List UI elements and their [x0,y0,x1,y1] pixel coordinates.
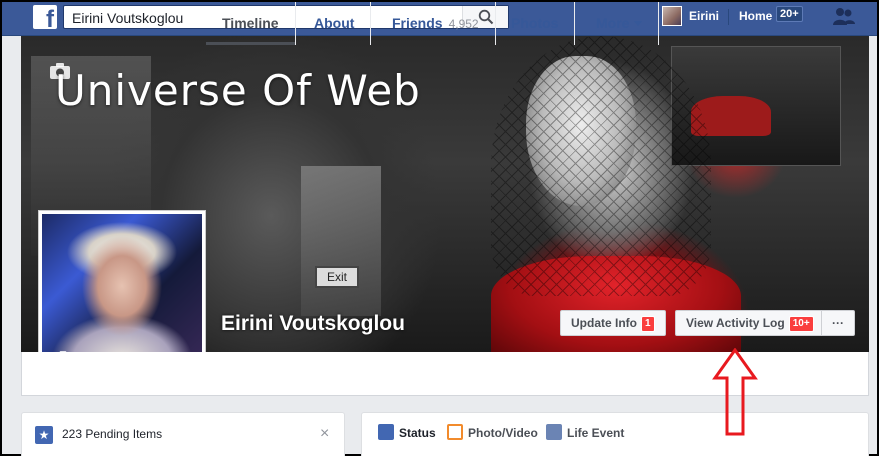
close-icon[interactable]: × [320,425,329,443]
facebook-logo-icon[interactable]: f [33,5,57,29]
update-info-label: Update Info [571,316,637,330]
update-info-button[interactable]: Update Info 1 [560,310,666,336]
composer-photo-label: Photo/Video [468,426,538,440]
pencil-icon [378,424,394,440]
home-notification-badge: 20+ [776,6,803,22]
composer-status-tab[interactable]: Status [378,424,436,440]
flag-icon [546,424,562,440]
nav-divider [728,9,729,25]
friends-count: 4,952 [448,17,479,31]
search-input-value[interactable]: Eirini Voutskoglou [72,10,183,26]
more-options-button[interactable]: ··· [821,310,855,336]
composer-life-event-label: Life Event [567,426,625,440]
activity-log-label: View Activity Log [686,316,785,330]
pending-items-box[interactable]: ★ 223 Pending Items × [21,412,345,456]
composer-status-label: Status [399,426,436,440]
activity-log-badge: 10+ [788,316,814,332]
cover-scene-veil [491,36,711,296]
cover-title: Universe Of Web [55,66,421,115]
update-info-badge: 1 [641,316,655,332]
tab-more-label: More [596,15,630,31]
tab-timeline[interactable]: Timeline [206,2,296,45]
cover-exit-sign: Exit [315,266,359,288]
nav-home-link[interactable]: Home [739,9,772,23]
profile-photo [42,214,202,374]
tab-friends-label: Friends [392,15,443,31]
annotation-arrow-icon [712,348,758,436]
cover-scene-door [301,166,381,316]
composer-photo-video-tab[interactable]: Photo/Video [447,424,538,440]
view-activity-log-button[interactable]: View Activity Log 10+ [675,310,824,336]
pending-items-label[interactable]: 223 Pending Items [62,427,162,441]
star-icon: ★ [35,426,53,444]
profile-name[interactable]: Eirini Voutskoglou [221,312,405,336]
tab-photos[interactable]: Photos [495,2,576,45]
nav-avatar[interactable] [662,6,682,26]
tab-more[interactable]: More [580,2,660,45]
photo-icon [447,424,463,440]
friend-requests-icon[interactable] [832,7,856,27]
post-composer: Status Photo/Video Life Event [361,412,869,456]
tab-friends[interactable]: Friends 4,952 [376,2,496,45]
nav-profile-link[interactable]: Eirini [689,9,719,23]
composer-life-event-tab[interactable]: Life Event [546,424,624,440]
tab-about[interactable]: About [298,2,372,45]
chevron-down-icon [634,21,643,26]
